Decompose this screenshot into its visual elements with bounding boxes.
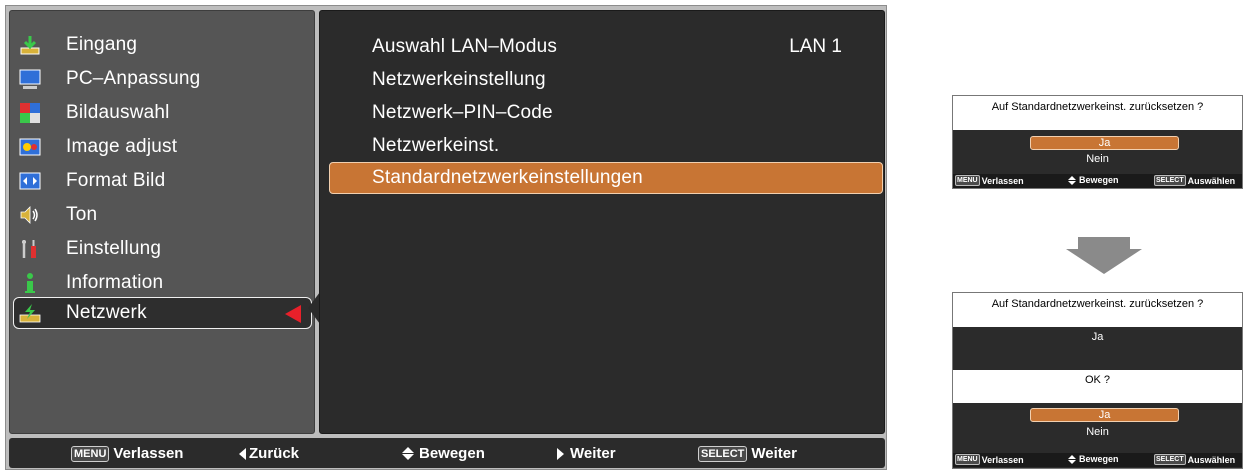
footer-select[interactable]: SELECT Weiter [698, 445, 797, 462]
reset-ok-dialog: Auf Standardnetzwerkeinst. zurücksetzen … [952, 292, 1243, 469]
footer-move-label: Bewegen [419, 445, 485, 462]
dialog-no-option[interactable]: Nein [953, 153, 1242, 165]
osd-footer: MENU Verlassen Zurück Bewegen Weiter SEL… [9, 438, 885, 468]
main-menu-panel: Eingang PC–Anpassung Bildauswahl Image a… [9, 10, 315, 434]
menu-item-label: Format Bild [66, 170, 166, 191]
footer-select-label: Weiter [751, 445, 797, 462]
dialog-footer-select[interactable]: SELECT Auswählen [1154, 454, 1235, 465]
dialog-footer-exit-label: Verlassen [981, 454, 1024, 465]
menu-key-icon: MENU [955, 454, 980, 465]
arrow-left-icon [239, 447, 246, 460]
dialog-footer-move-label: Bewegen [1079, 454, 1119, 464]
dialog-footer-move[interactable]: Bewegen [1068, 454, 1119, 464]
dialog-footer: MENU Verlassen Bewegen SELECT Auswählen [953, 174, 1242, 188]
reset-confirm-dialog: Auf Standardnetzwerkeinst. zurücksetzen … [952, 95, 1243, 189]
menu-item-format-bild[interactable]: Format Bild [14, 165, 310, 197]
menu-item-netzwerk[interactable]: Netzwerk [13, 297, 312, 329]
arrow-up-down-icon [402, 447, 414, 460]
menu-item-information[interactable]: Information [14, 267, 310, 299]
submenu-item-lan-mode[interactable]: Auswahl LAN–Modus LAN 1 [328, 31, 882, 63]
selection-pointer-icon [285, 305, 301, 323]
dialog-footer: MENU Verlassen Bewegen SELECT Auswählen [953, 453, 1242, 467]
menu-item-label: Image adjust [66, 136, 178, 157]
select-key-icon: SELECT [698, 445, 748, 462]
menu-key-icon: MENU [71, 445, 110, 462]
footer-next-label: Weiter [570, 445, 616, 462]
menu-item-ton[interactable]: Ton [14, 199, 310, 231]
dialog-footer-exit-label: Verlassen [981, 175, 1024, 186]
footer-back-label: Zurück [249, 445, 300, 462]
footer-next[interactable]: Weiter [557, 445, 616, 462]
dialog-answer: Ja [1091, 331, 1104, 343]
footer-exit[interactable]: MENU Verlassen [71, 445, 183, 462]
menu-item-label: PC–Anpassung [66, 68, 201, 89]
arrow-up-down-icon [1068, 175, 1076, 185]
menu-item-image-adjust[interactable]: Image adjust [14, 131, 310, 163]
dialog-no-option[interactable]: Nein [953, 426, 1242, 438]
pc-adjust-icon [18, 67, 42, 91]
dialog-footer-move[interactable]: Bewegen [1068, 175, 1119, 185]
menu-item-label: Ton [66, 204, 98, 225]
menu-key-icon: MENU [955, 175, 980, 186]
submenu-item-standardnetzwerkeinstellungen[interactable]: Standardnetzwerkeinstellungen [329, 162, 883, 194]
menu-item-eingang[interactable]: Eingang [14, 29, 310, 61]
dialog-footer-select-label: Auswählen [1187, 175, 1236, 186]
information-icon [18, 271, 42, 295]
arrow-up-down-icon [1068, 454, 1076, 464]
dialog-confirm-question: OK ? [953, 370, 1242, 403]
dialog-footer-exit[interactable]: MENU Verlassen [955, 175, 1024, 186]
submenu-item-pin-code[interactable]: Netzwerk–PIN–Code [328, 97, 882, 129]
dialog-yes-button[interactable]: Ja [1030, 408, 1179, 422]
menu-item-label: Netzwerk [66, 302, 147, 323]
footer-exit-label: Verlassen [113, 445, 184, 462]
menu-item-label: Einstellung [66, 238, 162, 259]
menu-item-einstellung[interactable]: Einstellung [14, 233, 310, 265]
select-key-icon: SELECT [1154, 175, 1186, 186]
dialog-footer-exit[interactable]: MENU Verlassen [955, 454, 1024, 465]
image-select-icon [18, 101, 42, 125]
submenu-item-label: Standardnetzwerkeinstellungen [372, 167, 643, 188]
footer-back[interactable]: Zurück [239, 445, 299, 462]
submenu-item-netzwerkeinst[interactable]: Netzwerkeinst. [328, 130, 882, 162]
menu-item-label: Eingang [66, 34, 138, 55]
submenu-panel: Auswahl LAN–Modus LAN 1 Netzwerkeinstell… [319, 10, 885, 434]
dialog-yes-button[interactable]: Ja [1030, 136, 1179, 150]
input-icon [18, 33, 42, 57]
dialog-question: Auf Standardnetzwerkeinst. zurücksetzen … [953, 293, 1242, 327]
dialog-footer-select[interactable]: SELECT Auswählen [1154, 175, 1235, 186]
menu-item-label: Bildauswahl [66, 102, 170, 123]
menu-item-bildauswahl[interactable]: Bildauswahl [14, 97, 310, 129]
submenu-item-label: Netzwerkeinst. [372, 135, 500, 156]
submenu-item-label: Auswahl LAN–Modus [372, 36, 558, 57]
network-icon [18, 301, 42, 325]
setting-icon [18, 237, 42, 261]
submenu-item-label: Netzwerk–PIN–Code [372, 102, 553, 123]
image-adjust-icon [18, 135, 42, 159]
menu-item-pc-anpassung[interactable]: PC–Anpassung [14, 63, 310, 95]
lan-mode-value: LAN 1 [789, 36, 842, 57]
dialog-footer-move-label: Bewegen [1079, 175, 1119, 185]
osd-menu: Eingang PC–Anpassung Bildauswahl Image a… [5, 5, 887, 470]
footer-move[interactable]: Bewegen [402, 445, 485, 462]
menu-item-label: Information [66, 272, 164, 293]
select-key-icon: SELECT [1154, 454, 1186, 465]
sound-icon [18, 203, 42, 227]
submenu-item-netzwerkeinstellung[interactable]: Netzwerkeinstellung [328, 64, 882, 96]
submenu-item-label: Netzwerkeinstellung [372, 69, 546, 90]
dialog-footer-select-label: Auswählen [1187, 454, 1236, 465]
arrow-down-icon [1066, 237, 1142, 274]
dialog-question: Auf Standardnetzwerkeinst. zurücksetzen … [953, 96, 1242, 130]
arrow-right-icon [557, 447, 564, 460]
screen-format-icon [18, 169, 42, 193]
